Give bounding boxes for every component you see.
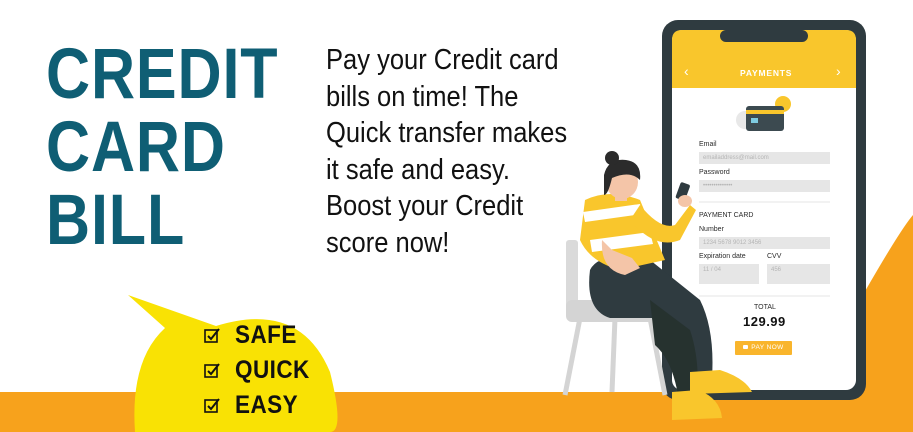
feature-label: QUICK [235,356,310,384]
total-label: TOTAL [754,304,776,311]
payment-card-section-title: PAYMENT CARD [699,212,754,219]
pay-now-label: PAY NOW [751,344,784,351]
checkbox-checked-icon [204,327,220,343]
email-field: emailaddress@mail.com [699,152,830,164]
body-line: Boost your Credit [326,190,524,222]
body-line: it safe and easy. [326,153,510,186]
password-label: Password [699,169,730,176]
phone-notch [720,30,808,42]
card-chip [751,118,758,123]
feature-item-quick: QUICK [204,353,318,388]
feature-item-safe: SAFE [204,318,318,353]
right-wave [860,215,913,400]
card-number-label: Number [699,226,724,233]
password-field: •••••••••••••• [699,180,830,192]
cvv-label: CVV [767,253,782,260]
email-label: Email [699,141,717,148]
chevron-right-icon: › [836,63,841,79]
body-line: bills on time! The [326,80,519,113]
checkbox-checked-icon [204,362,220,378]
cvv-field: 456 [767,264,830,284]
feature-list: SAFE QUICK EASY [204,318,318,423]
expiry-label: Expiration date [699,253,746,260]
headline: CREDIT CARD BILL [46,38,278,257]
phone-app-title: PAYMENTS [740,68,793,78]
headline-line-2: CARD [46,108,226,187]
card-number-field: 1234 5678 9012 3456 [699,237,830,249]
checkbox-checked-icon [204,397,220,413]
headline-line-1: CREDIT [46,35,279,114]
feature-item-easy: EASY [204,388,318,423]
card-stripe [746,110,784,114]
expiry-field: 11 / 04 [699,264,759,284]
pay-now-button: PAY NOW [735,341,792,355]
total-value: 129.99 [743,314,786,329]
body-line: Pay your Credit card [326,44,559,76]
body-copy: Pay your Credit card bills on time! The … [326,42,590,261]
headline-line-3: BILL [46,181,186,260]
body-line: Quick transfer makes [326,117,568,149]
body-line: score now! [326,226,450,259]
feature-label: EASY [235,391,299,419]
chevron-left-icon: ‹ [684,63,689,79]
feature-label: SAFE [235,321,297,349]
credit-card-bill-banner: CREDIT CARD BILL Pay your Credit card bi… [0,0,913,432]
lock-icon [743,345,749,350]
